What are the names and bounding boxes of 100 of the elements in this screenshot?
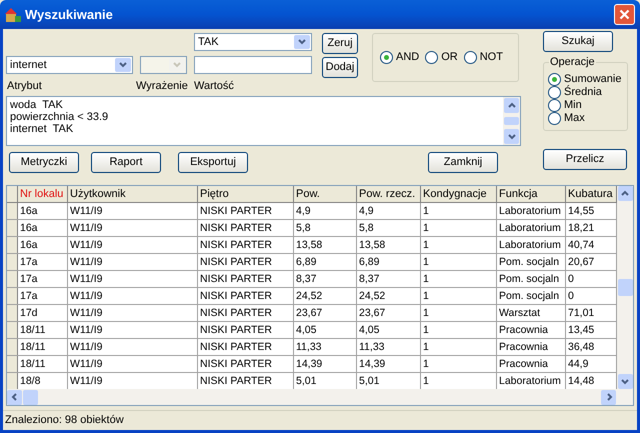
table-cell: NISKI PARTER (198, 356, 294, 372)
scroll-thumb[interactable] (504, 117, 519, 125)
table-cell: 1 (421, 305, 497, 321)
scroll-thumb[interactable] (618, 279, 632, 296)
table-cell: Pom. socjaln (497, 271, 566, 287)
table-cell: Warsztat (497, 305, 566, 321)
radio-button[interactable] (548, 99, 561, 112)
row-header[interactable] (7, 356, 18, 372)
table-cell: NISKI PARTER (198, 271, 294, 287)
scroll-left-icon[interactable] (7, 390, 22, 404)
table-cell: W11/I9 (68, 271, 198, 287)
table-cell: 1 (421, 237, 497, 253)
table-cell: NISKI PARTER (198, 220, 294, 236)
table-cell: W11/I9 (68, 203, 198, 219)
reset-button[interactable]: Zeruj (322, 33, 358, 54)
table-cell: NISKI PARTER (198, 322, 294, 338)
field-label: Atrybut (6, 78, 43, 94)
radio-label: AND (396, 51, 420, 64)
column-header[interactable]: Pow. rzecz. (357, 186, 421, 202)
table-cell: 1 (421, 254, 497, 270)
table-cell: 6,89 (357, 254, 421, 270)
table-cell: 13,58 (357, 237, 421, 253)
window-title: Wyszukiwanie (25, 6, 113, 24)
close-icon[interactable] (619, 9, 630, 20)
table-cell: Pracownia (497, 322, 566, 338)
close-button[interactable] (614, 4, 635, 25)
vertical-scrollbar[interactable] (617, 186, 633, 389)
close-dialog-button[interactable]: Zamknij (428, 152, 498, 173)
column-header[interactable]: Nr lokalu (18, 186, 68, 202)
status-text: Znaleziono: 98 obiektów (5, 413, 124, 428)
table-cell: 18/11 (18, 339, 68, 355)
table-cell: 1 (421, 271, 497, 287)
row-header[interactable] (7, 220, 18, 236)
table-cell: 23,67 (357, 305, 421, 321)
column-header[interactable]: Funkcja (497, 186, 566, 202)
combo-box[interactable]: internet (6, 56, 133, 74)
query-line: powierzchnia < 33.9 (10, 111, 110, 123)
table-cell: 18/11 (18, 356, 68, 372)
radio-button[interactable] (464, 51, 477, 64)
table-cell: 14,39 (294, 356, 357, 372)
column-header[interactable]: Pow. (294, 186, 357, 202)
table-cell: NISKI PARTER (198, 339, 294, 355)
table-cell: 16a (18, 220, 68, 236)
table-cell: 24,52 (357, 288, 421, 304)
table-cell: 13,58 (294, 237, 357, 253)
add-button[interactable]: Dodaj (322, 57, 358, 78)
row-header[interactable] (7, 271, 18, 287)
radio-button[interactable] (548, 112, 561, 125)
row-header[interactable] (7, 237, 18, 253)
column-header[interactable]: Kondygnacje (421, 186, 497, 202)
action-button[interactable]: Eksportuj (178, 152, 248, 173)
combo-box[interactable]: TAK (194, 33, 312, 51)
table-cell: 4,05 (294, 322, 357, 338)
table-cell: W11/I9 (68, 339, 198, 355)
row-header[interactable] (7, 203, 18, 219)
table-cell: NISKI PARTER (198, 305, 294, 321)
table-cell: Pom. socjaln (497, 288, 566, 304)
column-header[interactable]: Piętro (198, 186, 294, 202)
table-cell: W11/I9 (68, 356, 198, 372)
value-field[interactable] (194, 56, 312, 74)
row-header[interactable] (7, 288, 18, 304)
search-button[interactable]: Szukaj (543, 31, 613, 52)
recalc-button[interactable]: Przelicz (543, 148, 627, 170)
table-cell: 1 (421, 339, 497, 355)
table-cell: W11/I9 (68, 322, 198, 338)
scroll-thumb[interactable] (23, 390, 38, 404)
table-cell: Pom. socjaln (497, 254, 566, 270)
action-button[interactable]: Metryczki (9, 152, 79, 173)
table-cell: 4,9 (294, 203, 357, 219)
scroll-down-icon[interactable] (504, 129, 519, 144)
table-cell: W11/I9 (68, 237, 198, 253)
radio-button[interactable] (548, 73, 561, 86)
table-cell: W11/I9 (68, 288, 198, 304)
table-cell: Pracownia (497, 356, 566, 372)
table-cell: 17a (18, 271, 68, 287)
radio-label: Sumowanie (564, 73, 622, 85)
table-cell: 11,33 (357, 339, 421, 355)
table-cell: Laboratorium (497, 237, 566, 253)
table-cell: W11/I9 (68, 220, 198, 236)
radio-button[interactable] (380, 51, 393, 64)
table-cell: Laboratorium (497, 203, 566, 219)
radio-button[interactable] (548, 86, 561, 99)
table-cell: 1 (421, 356, 497, 372)
scroll-up-icon[interactable] (504, 98, 519, 113)
action-button[interactable]: Raport (91, 152, 161, 173)
scroll-down-icon[interactable] (618, 374, 632, 389)
scroll-up-icon[interactable] (618, 186, 632, 201)
row-header[interactable] (7, 305, 18, 321)
field-label: Wyrażenie (136, 78, 189, 94)
radio-button[interactable] (425, 51, 438, 64)
row-header[interactable] (7, 254, 18, 270)
table-cell: W11/I9 (68, 254, 198, 270)
horizontal-scrollbar[interactable] (7, 389, 633, 405)
row-header[interactable] (7, 322, 18, 338)
column-header[interactable]: Użytkownik (68, 186, 198, 202)
radio-label: Średnia (564, 86, 602, 99)
table-cell: 16a (18, 203, 68, 219)
row-header[interactable] (7, 339, 18, 355)
scroll-right-icon[interactable] (601, 390, 616, 404)
row-header[interactable] (7, 373, 18, 389)
